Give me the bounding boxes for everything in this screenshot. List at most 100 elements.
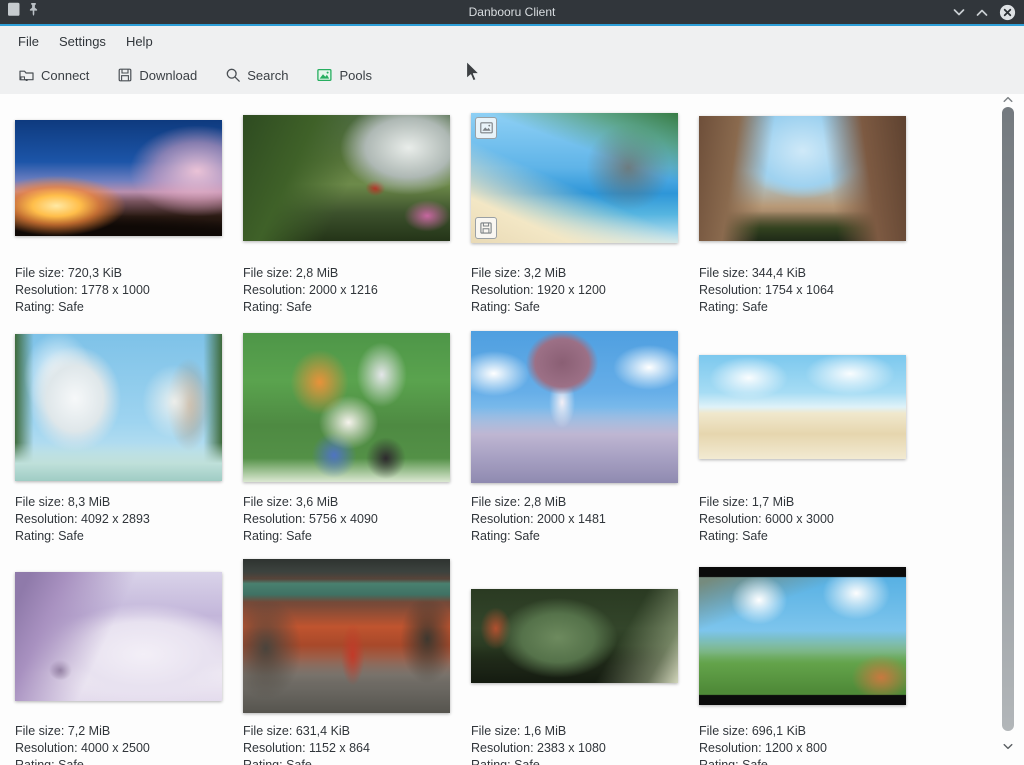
rating-label: Rating:: [471, 300, 511, 314]
file-size-label: File size:: [471, 724, 520, 738]
resolution-value: 4092 x 2893: [81, 512, 150, 526]
post-thumbnail[interactable]: [243, 559, 450, 713]
rating-value: Safe: [58, 300, 84, 314]
picture-icon: [480, 122, 493, 134]
post-thumbnail[interactable]: [471, 589, 678, 683]
thumbnail-grid-view: File size: 720,3 KiB Resolution: 1778 x …: [0, 94, 1024, 765]
file-size-label: File size:: [471, 495, 520, 509]
file-size-label: File size:: [699, 495, 748, 509]
close-button[interactable]: [999, 4, 1016, 21]
minimize-button[interactable]: [953, 8, 965, 17]
file-size-label: File size:: [243, 724, 292, 738]
post-card: File size: 720,3 KiB Resolution: 1778 x …: [15, 94, 222, 316]
menubar: File Settings Help: [0, 26, 1024, 56]
post-thumbnail[interactable]: [471, 113, 678, 243]
rating-label: Rating:: [699, 529, 739, 543]
file-size-value: 3,2 MiB: [524, 266, 566, 280]
file-size-value: 344,4 KiB: [752, 266, 806, 280]
download-label: Download: [139, 68, 197, 83]
connect-label: Connect: [41, 68, 89, 83]
post-thumbnail[interactable]: [243, 115, 450, 241]
resolution-value: 1920 x 1200: [537, 283, 606, 297]
menu-file[interactable]: File: [8, 31, 49, 52]
titlebar[interactable]: Danbooru Client: [0, 0, 1024, 24]
post-thumbnail[interactable]: [15, 334, 222, 481]
save-image-button[interactable]: [475, 217, 497, 239]
rating-value: Safe: [286, 529, 312, 543]
post-card: File size: 2,8 MiB Resolution: 2000 x 14…: [471, 323, 678, 545]
resolution-label: Resolution:: [243, 512, 306, 526]
rating-value: Safe: [286, 758, 312, 765]
post-thumbnail[interactable]: [699, 116, 906, 241]
resolution-label: Resolution:: [699, 283, 762, 297]
resolution-value: 5756 x 4090: [309, 512, 378, 526]
pools-button[interactable]: Pools: [308, 62, 380, 88]
post-card: File size: 631,4 KiB Resolution: 1152 x …: [243, 552, 450, 765]
rating-label: Rating:: [15, 758, 55, 765]
chevron-down-icon: [1003, 743, 1013, 750]
rating-label: Rating:: [15, 529, 55, 543]
rating-label: Rating:: [243, 758, 283, 765]
post-thumbnail[interactable]: [15, 572, 222, 701]
vertical-scrollbar[interactable]: [1001, 94, 1015, 765]
rating-label: Rating:: [243, 529, 283, 543]
download-button[interactable]: Download: [109, 62, 205, 88]
pools-label: Pools: [339, 68, 372, 83]
maximize-button[interactable]: [976, 8, 988, 17]
file-size-value: 7,2 MiB: [68, 724, 110, 738]
post-thumbnail[interactable]: [15, 120, 222, 236]
file-size-label: File size:: [243, 495, 292, 509]
scroll-up-arrow[interactable]: [1001, 96, 1015, 104]
post-thumbnail[interactable]: [243, 333, 450, 482]
resolution-value: 1754 x 1064: [765, 283, 834, 297]
post-thumbnail[interactable]: [699, 355, 906, 459]
post-card: File size: 344,4 KiB Resolution: 1754 x …: [699, 94, 906, 316]
file-size-value: 2,8 MiB: [296, 266, 338, 280]
post-thumbnail[interactable]: [699, 567, 906, 705]
file-size-value: 631,4 KiB: [296, 724, 350, 738]
save-floppy-icon: [117, 67, 133, 83]
resolution-label: Resolution:: [471, 512, 534, 526]
rating-value: Safe: [286, 300, 312, 314]
file-size-label: File size:: [15, 266, 64, 280]
file-size-label: File size:: [15, 724, 64, 738]
menu-help[interactable]: Help: [116, 31, 163, 52]
file-size-value: 8,3 MiB: [68, 495, 110, 509]
view-image-button[interactable]: [475, 117, 497, 139]
menu-settings[interactable]: Settings: [49, 31, 116, 52]
resolution-value: 6000 x 3000: [765, 512, 834, 526]
file-size-value: 2,8 MiB: [524, 495, 566, 509]
app-note-icon: [7, 2, 21, 22]
rating-label: Rating:: [243, 300, 283, 314]
resolution-value: 1152 x 864: [309, 741, 370, 755]
rating-label: Rating:: [471, 529, 511, 543]
rating-label: Rating:: [471, 758, 511, 765]
resolution-value: 2383 x 1080: [537, 741, 606, 755]
post-card: File size: 7,2 MiB Resolution: 4000 x 25…: [15, 552, 222, 765]
resolution-label: Resolution:: [15, 741, 78, 755]
file-size-label: File size:: [15, 495, 64, 509]
post-card: File size: 3,2 MiB Resolution: 1920 x 12…: [471, 94, 678, 316]
scrollbar-thumb[interactable]: [1002, 107, 1014, 731]
post-card: File size: 1,7 MiB Resolution: 6000 x 30…: [699, 323, 906, 545]
resolution-label: Resolution:: [15, 512, 78, 526]
scroll-down-arrow[interactable]: [1001, 743, 1015, 751]
connect-button[interactable]: Connect: [10, 62, 97, 88]
resolution-label: Resolution:: [15, 283, 78, 297]
pools-picture-icon: [316, 67, 333, 83]
pin-icon[interactable]: [28, 2, 39, 22]
post-card: File size: 2,8 MiB Resolution: 2000 x 12…: [243, 94, 450, 316]
resolution-label: Resolution:: [699, 512, 762, 526]
resolution-value: 4000 x 2500: [81, 741, 150, 755]
post-card: File size: 3,6 MiB Resolution: 5756 x 40…: [243, 323, 450, 545]
chevron-down-icon: [953, 8, 965, 17]
search-button[interactable]: Search: [217, 62, 296, 88]
post-thumbnail[interactable]: [471, 331, 678, 483]
post-card: File size: 8,3 MiB Resolution: 4092 x 28…: [15, 323, 222, 545]
rating-value: Safe: [514, 758, 540, 765]
search-label: Search: [247, 68, 288, 83]
search-icon: [225, 67, 241, 83]
file-size-value: 1,6 MiB: [524, 724, 566, 738]
post-card: File size: 696,1 KiB Resolution: 1200 x …: [699, 552, 906, 765]
rating-value: Safe: [742, 758, 768, 765]
